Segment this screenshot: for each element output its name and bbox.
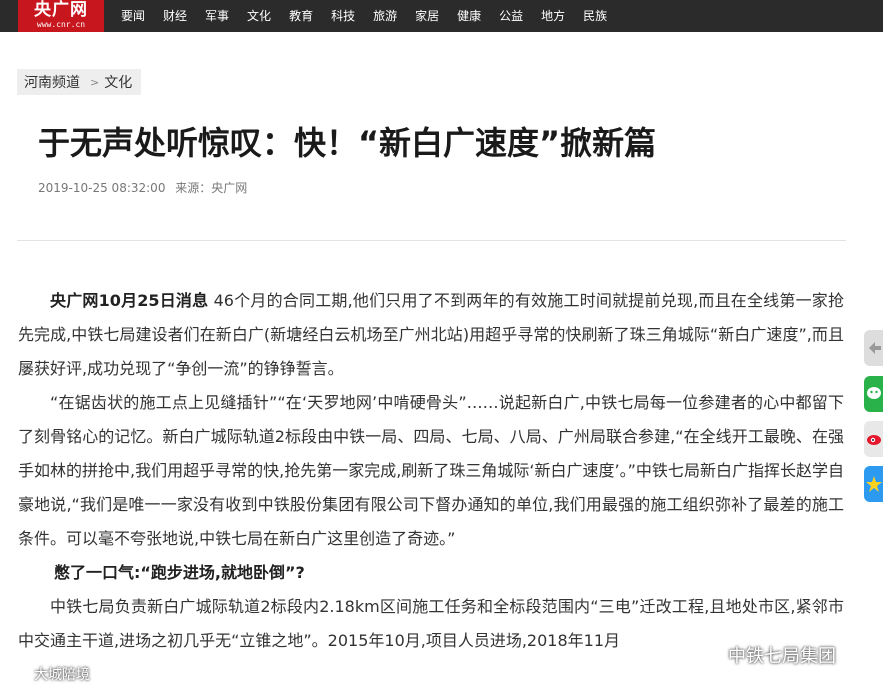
nav-item-ethnic[interactable]: 民族	[574, 0, 616, 32]
wechat-icon	[867, 387, 881, 399]
title-divider	[17, 240, 846, 241]
wechat-watermark: 中铁七局集团	[694, 642, 836, 668]
article-title: 于无声处听惊叹：快！“新白广速度”掀新篇	[38, 124, 657, 162]
camera-watermark-icon	[7, 668, 27, 682]
top-nav-bar: 央广网 www.cnr.cn 要闻 财经 军事 文化 教育 科技 旅游 家居 健…	[0, 0, 883, 32]
share-top-button[interactable]	[864, 330, 883, 366]
nav-item-local[interactable]: 地方	[532, 0, 574, 32]
nav-item-news[interactable]: 要闻	[112, 0, 154, 32]
qzone-share-button[interactable]	[864, 466, 883, 502]
cnr-logo[interactable]: 央广网 www.cnr.cn	[18, 0, 104, 32]
weibo-icon	[867, 435, 881, 445]
breadcrumb-section[interactable]: 文化	[104, 72, 132, 92]
breadcrumb: 河南频道 > 文化	[17, 69, 142, 95]
publish-datetime: 2019-10-25 08:32:00	[38, 181, 166, 195]
watermark-left-text: 大城陪境	[34, 667, 90, 683]
watermark-right-text: 中铁七局集团	[728, 646, 836, 667]
section-subhead: 憋了一口气:“跑步进场,就地卧倒”?	[54, 563, 305, 582]
nav-item-education[interactable]: 教育	[280, 0, 322, 32]
nav-item-travel[interactable]: 旅游	[364, 0, 406, 32]
breadcrumb-channel[interactable]: 河南频道	[24, 72, 80, 92]
wechat-watermark-icon	[694, 645, 721, 665]
logo-text: 央广网	[34, 0, 88, 20]
star-icon	[866, 476, 882, 492]
breadcrumb-separator: >	[90, 75, 100, 89]
share-arrow-icon	[869, 342, 881, 354]
article-source: 来源：央广网	[175, 181, 248, 195]
dateline: 央广网10月25日消息	[50, 291, 209, 310]
nav-item-tech[interactable]: 科技	[322, 0, 364, 32]
nav-item-military[interactable]: 军事	[196, 0, 238, 32]
paragraph-1: 央广网10月25日消息 46个月的合同工期,他们只用了不到两年的有效施工时间就提…	[18, 284, 844, 386]
article-body: 央广网10月25日消息 46个月的合同工期,他们只用了不到两年的有效施工时间就提…	[18, 284, 844, 658]
nav-item-finance[interactable]: 财经	[154, 0, 196, 32]
article-meta: 2019-10-25 08:32:00 来源：央广网	[38, 179, 253, 196]
logo-domain: www.cnr.cn	[36, 20, 86, 29]
paragraph-2: “在锯齿状的施工点上见缝插针”“在‘天罗地网’中啃硬骨头”……说起新白广,中铁七…	[18, 393, 844, 548]
nav-item-charity[interactable]: 公益	[490, 0, 532, 32]
nav-item-culture[interactable]: 文化	[238, 0, 280, 32]
nav-item-home[interactable]: 家居	[406, 0, 448, 32]
weibo-share-button[interactable]	[864, 421, 883, 457]
nav-item-health[interactable]: 健康	[448, 0, 490, 32]
wechat-share-button[interactable]	[864, 376, 883, 412]
main-nav: 要闻 财经 军事 文化 教育 科技 旅游 家居 健康 公益 地方 民族	[112, 0, 616, 32]
corner-watermark: 大城陪境	[6, 664, 90, 684]
